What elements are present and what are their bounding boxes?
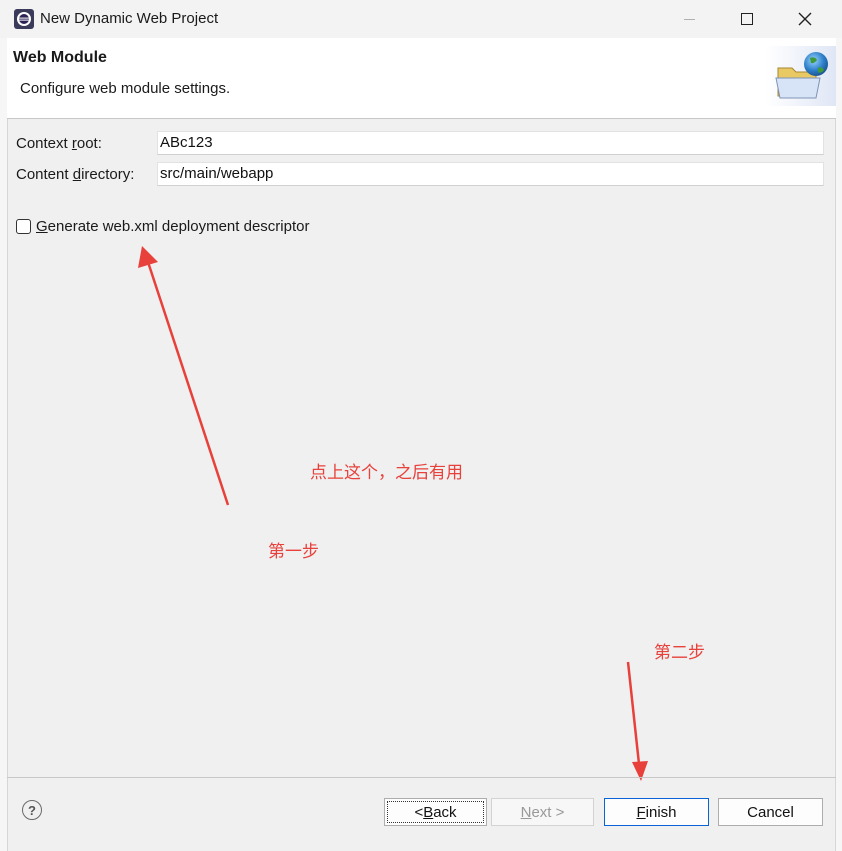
help-icon[interactable]: ? [22,800,42,820]
content-directory-input[interactable] [157,162,824,186]
close-button[interactable] [776,0,834,38]
window-title: New Dynamic Web Project [40,10,219,27]
minimize-button[interactable] [660,0,718,38]
content-directory-label: Content directory: [16,166,135,183]
annotation-step1: 第一步 [268,542,319,562]
generate-webxml-option[interactable]: Generate web.xml deployment descriptor [16,218,309,235]
maximize-icon [741,13,753,25]
minimize-icon [683,18,695,20]
context-root-input[interactable] [157,131,824,155]
annotation-arrows [138,246,648,781]
maximize-button[interactable] [718,0,776,38]
back-button[interactable]: < Back [384,798,487,826]
context-root-label: Context root: [16,135,102,152]
close-icon [798,12,812,26]
page-subtitle: Configure web module settings. [20,80,231,97]
finish-button[interactable]: Finish [604,798,709,826]
arrow-step2 [626,661,648,781]
annotation-note: 点上这个，之后有用 [310,463,463,483]
annotation-step2: 第二步 [654,643,705,663]
eclipse-icon [14,9,34,29]
next-button[interactable]: Next > [491,798,594,826]
arrow-step1 [138,246,230,506]
folder-globe-icon [766,46,836,106]
cancel-button[interactable]: Cancel [718,798,823,826]
left-edge [0,38,8,851]
wizard-banner: Web Module Configure web module settings… [7,38,836,119]
right-edge [835,38,842,851]
title-bar: New Dynamic Web Project [0,0,842,38]
button-bar-separator [7,777,836,778]
generate-webxml-checkbox[interactable] [16,219,31,234]
page-title: Web Module [13,49,107,66]
generate-webxml-label[interactable]: Generate web.xml deployment descriptor [36,218,309,235]
